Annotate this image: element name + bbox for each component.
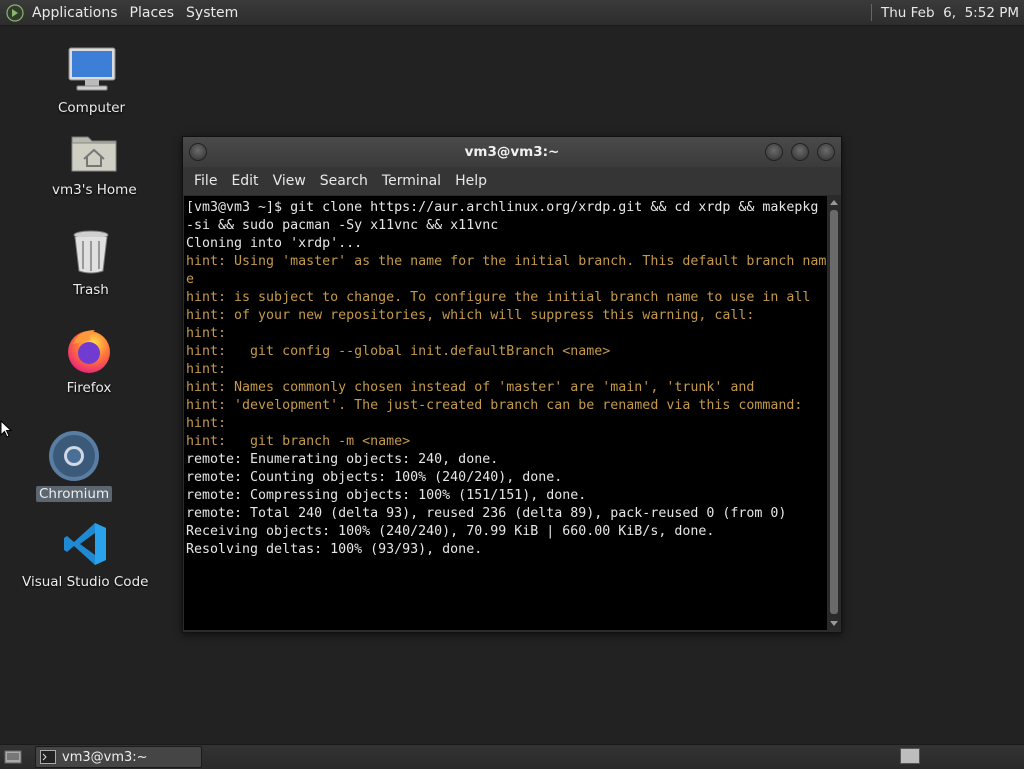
taskbar-terminal-button[interactable]: vm3@vm3:~: [35, 746, 202, 768]
terminal-line: hint: Using 'master' as the name for the…: [186, 254, 827, 269]
terminal-line: e: [186, 272, 195, 287]
desktop-icon-vscode[interactable]: Visual Studio Code: [19, 518, 151, 590]
terminal-icon: [40, 750, 56, 764]
terminal-line: remote: Counting objects: 100% (240/240)…: [186, 470, 563, 485]
top-menu: Applications Places System: [0, 0, 244, 25]
menu-view[interactable]: View: [266, 173, 313, 189]
terminal-window[interactable]: vm3@vm3:~ File Edit View Search Terminal…: [182, 136, 842, 633]
panel-separator: [871, 4, 872, 21]
terminal-line: -si && sudo pacman -Sy x11vnc && x11vnc: [186, 218, 499, 233]
terminal-line: hint:: [186, 416, 227, 431]
applications-logo-icon[interactable]: [6, 3, 24, 22]
terminal-line: hint:: [186, 362, 227, 377]
terminal-line: [vm3@vm3 ~]$ git clone https://aur.archl…: [186, 200, 819, 215]
close-icon[interactable]: [817, 143, 835, 161]
clock-area: Thu Feb 6, 5:52 PM: [871, 0, 1024, 25]
menu-places[interactable]: Places: [124, 0, 181, 25]
terminal-line: hint: Names commonly chosen instead of '…: [186, 380, 755, 395]
terminal-scrollbar[interactable]: [828, 196, 840, 630]
desktop-icon-firefox[interactable]: Firefox: [63, 324, 115, 396]
terminal-line: remote: Enumerating objects: 240, done.: [186, 452, 499, 467]
trash-icon: [65, 226, 117, 278]
terminal-line: Resolving deltas: 100% (93/93), done.: [186, 542, 483, 557]
terminal-line: remote: Compressing objects: 100% (151/1…: [186, 488, 587, 503]
terminal-line: hint: is subject to change. To configure…: [186, 290, 811, 305]
taskbar-label: vm3@vm3:~: [62, 749, 148, 765]
desktop-icon-chromium[interactable]: Chromium: [36, 430, 113, 502]
menu-system[interactable]: System: [180, 0, 244, 25]
menu-edit[interactable]: Edit: [224, 173, 265, 189]
desktop-icon-label: Firefox: [66, 380, 112, 396]
maximize-icon[interactable]: [791, 143, 809, 161]
terminal-menubar: File Edit View Search Terminal Help: [183, 167, 841, 195]
terminal-line: Cloning into 'xrdp'...: [186, 236, 363, 251]
terminal-titlebar[interactable]: vm3@vm3:~: [183, 137, 841, 167]
desktop-icon-label: Chromium: [36, 486, 113, 502]
window-menu-icon[interactable]: [189, 143, 207, 161]
mouse-cursor-icon: [0, 420, 12, 438]
terminal-line: hint: of your new repositories, which wi…: [186, 308, 755, 323]
vscode-icon: [59, 518, 111, 570]
computer-icon: [66, 44, 118, 96]
desktop-icon-computer[interactable]: Computer: [55, 44, 128, 116]
desktop-icon-home[interactable]: vm3's Home: [49, 126, 140, 198]
terminal-line: hint:: [186, 326, 227, 341]
menu-help[interactable]: Help: [448, 173, 494, 189]
desktop-icon-label: Trash: [73, 282, 109, 298]
minimize-icon[interactable]: [765, 143, 783, 161]
terminal-line: Receiving objects: 100% (240/240), 70.99…: [186, 524, 715, 539]
terminal-line: hint: 'development'. The just-created br…: [186, 398, 803, 413]
top-panel: Applications Places System Thu Feb 6, 5:…: [0, 0, 1024, 26]
menu-search[interactable]: Search: [313, 173, 375, 189]
terminal-line: remote: Total 240 (delta 93), reused 236…: [186, 506, 787, 521]
home-folder-icon: [68, 126, 120, 178]
clock[interactable]: Thu Feb 6, 5:52 PM: [881, 5, 1024, 21]
desktop-icon-label: vm3's Home: [52, 182, 137, 198]
terminal-output[interactable]: [vm3@vm3 ~]$ git clone https://aur.archl…: [184, 196, 827, 630]
scrollbar-thumb[interactable]: [830, 210, 838, 614]
firefox-icon: [63, 324, 115, 376]
scroll-up-icon[interactable]: [830, 200, 838, 205]
show-desktop-icon[interactable]: [3, 749, 23, 765]
desktop-icon-trash[interactable]: Trash: [65, 226, 117, 298]
window-title: vm3@vm3:~: [464, 144, 560, 160]
menu-file[interactable]: File: [187, 173, 224, 189]
workspace-switcher[interactable]: [900, 748, 920, 764]
menu-applications[interactable]: Applications: [26, 0, 124, 25]
terminal-line: hint: git config --global init.defaultBr…: [186, 344, 611, 359]
menu-terminal[interactable]: Terminal: [375, 173, 448, 189]
bottom-panel: vm3@vm3:~: [0, 744, 1024, 769]
desktop-icon-label: Computer: [58, 100, 126, 116]
desktop-icon-label: Visual Studio Code: [22, 574, 149, 590]
chromium-icon: [48, 430, 100, 482]
terminal-line: hint: git branch -m <name>: [186, 434, 411, 449]
scroll-down-icon[interactable]: [830, 621, 838, 626]
